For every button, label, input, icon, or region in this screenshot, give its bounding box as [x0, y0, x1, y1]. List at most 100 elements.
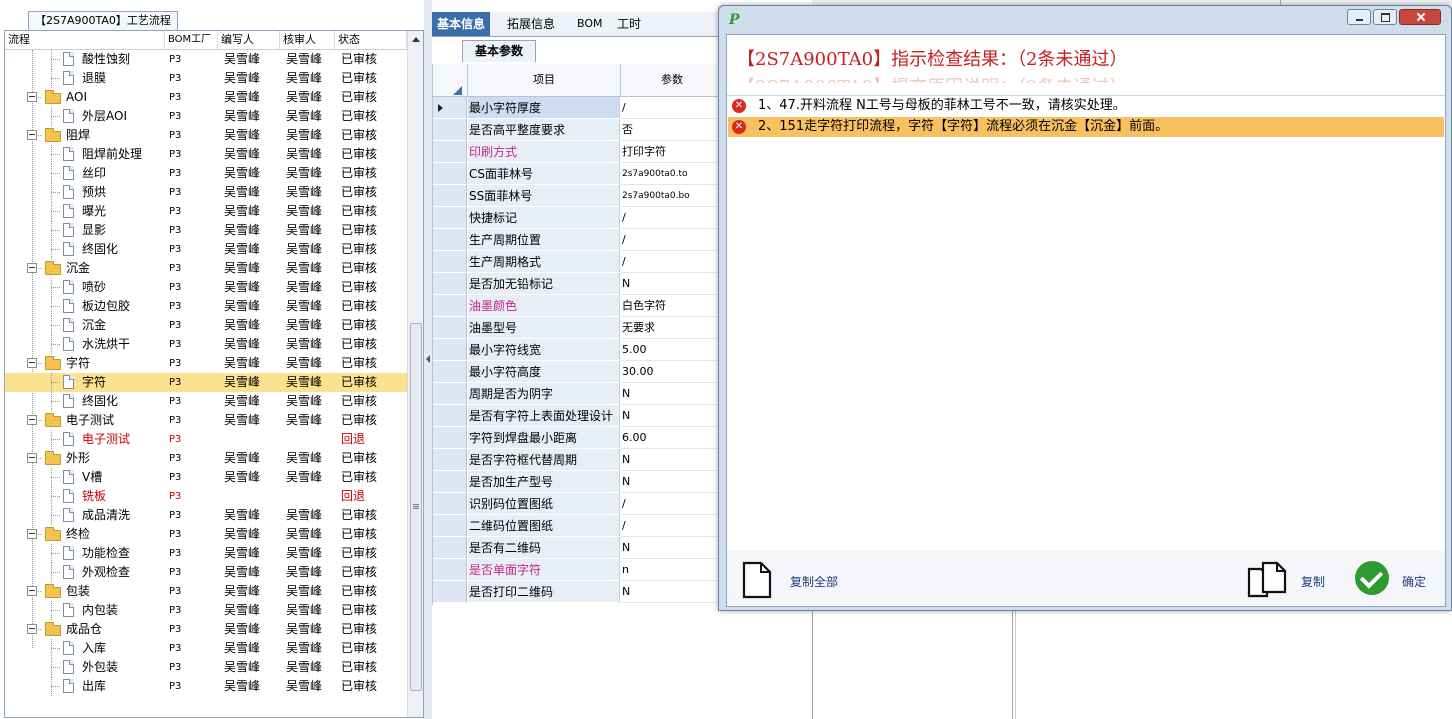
row-selector[interactable] — [433, 163, 467, 185]
row-selector[interactable] — [433, 515, 467, 537]
ok-button[interactable]: 确定 — [1402, 573, 1426, 590]
row-selector[interactable] — [433, 295, 467, 317]
tree-folder-row[interactable]: 阻焊 P3 吴雪峰 吴雪峰 已审核 — [5, 126, 407, 145]
tree-item-row[interactable]: 外包装 P3 吴雪峰 吴雪峰 已审核 — [5, 658, 407, 677]
row-selector[interactable] — [433, 383, 467, 405]
collapse-toggle-icon[interactable] — [27, 358, 37, 368]
tree-item-row[interactable]: 终固化 P3 吴雪峰 吴雪峰 已审核 — [5, 240, 407, 259]
tree-folder-row[interactable]: 成品仓 P3 吴雪峰 吴雪峰 已审核 — [5, 620, 407, 639]
param-row[interactable]: SS面菲林号 2s7a900ta0.bo — [433, 185, 723, 207]
row-selector[interactable] — [433, 537, 467, 559]
column-header-writer[interactable]: 编写人 — [218, 31, 280, 49]
param-row[interactable]: 是否有二维码 N — [433, 537, 723, 559]
column-header-param[interactable]: 参数 — [621, 64, 723, 96]
row-selector[interactable] — [433, 141, 467, 163]
tree-item-row[interactable]: V槽 P3 吴雪峰 吴雪峰 已审核 — [5, 468, 407, 487]
row-selector[interactable] — [433, 559, 467, 581]
row-selector[interactable] — [433, 361, 467, 383]
tree-item-row[interactable]: 水洗烘干 P3 吴雪峰 吴雪峰 已审核 — [5, 335, 407, 354]
tree-item-row[interactable]: 成品清洗 P3 吴雪峰 吴雪峰 已审核 — [5, 506, 407, 525]
tree-item-row[interactable]: 喷砂 P3 吴雪峰 吴雪峰 已审核 — [5, 278, 407, 297]
tree-item-row[interactable]: 曝光 P3 吴雪峰 吴雪峰 已审核 — [5, 202, 407, 221]
param-row[interactable]: 字符到焊盘最小距离 6.00 — [433, 427, 723, 449]
tree-item-row[interactable]: 预烘 P3 吴雪峰 吴雪峰 已审核 — [5, 183, 407, 202]
row-selector[interactable] — [433, 119, 467, 141]
param-value[interactable]: 打印字符 — [621, 141, 723, 163]
row-selector[interactable] — [433, 471, 467, 493]
tree-folder-row[interactable]: 电子测试 P3 吴雪峰 吴雪峰 已审核 — [5, 411, 407, 430]
param-value[interactable]: 2s7a900ta0.bo — [621, 185, 723, 207]
param-value[interactable]: / — [621, 97, 723, 119]
tree-item-row[interactable]: 功能检查 P3 吴雪峰 吴雪峰 已审核 — [5, 544, 407, 563]
column-header-status[interactable]: 状态 — [335, 31, 407, 49]
error-message-item[interactable]: ✕ 1、47.开料流程 N工号与母板的菲林工号不一致，请核实处理。 — [728, 96, 1444, 116]
collapse-toggle-icon[interactable] — [27, 92, 37, 102]
tree-folder-row[interactable]: 包装 P3 吴雪峰 吴雪峰 已审核 — [5, 582, 407, 601]
scroll-up-arrow-icon[interactable] — [412, 37, 420, 42]
tree-item-row[interactable]: 铣板 P3 回退 — [5, 487, 407, 506]
param-row[interactable]: 油墨颜色 白色字符 — [433, 295, 723, 317]
tree-folder-row[interactable]: AOI P3 吴雪峰 吴雪峰 已审核 — [5, 88, 407, 107]
row-selector[interactable] — [433, 427, 467, 449]
tree-folder-row[interactable]: 外形 P3 吴雪峰 吴雪峰 已审核 — [5, 449, 407, 468]
collapse-left-arrow-icon[interactable] — [426, 355, 430, 363]
param-row[interactable]: 最小字符高度 30.00 — [433, 361, 723, 383]
param-row[interactable]: 是否加生产型号 N — [433, 471, 723, 493]
tree-vertical-scrollbar[interactable] — [407, 31, 423, 717]
param-value[interactable]: N — [621, 537, 723, 559]
param-value[interactable]: / — [621, 229, 723, 251]
tree-panel-tab[interactable]: 【2S7A900TA0】工艺流程 — [28, 11, 178, 30]
param-row[interactable]: 识别码位置图纸 / — [433, 493, 723, 515]
param-value[interactable]: N — [621, 383, 723, 405]
param-value[interactable]: 30.00 — [621, 361, 723, 383]
param-value[interactable]: N — [621, 405, 723, 427]
tree-item-row[interactable]: 显影 P3 吴雪峰 吴雪峰 已审核 — [5, 221, 407, 240]
maximize-button[interactable] — [1373, 9, 1397, 25]
row-selector[interactable] — [433, 251, 467, 273]
panel-splitter[interactable] — [424, 0, 432, 719]
param-row[interactable]: 是否加无铅标记 N — [433, 273, 723, 295]
tab-basic-info[interactable]: 基本信息 — [432, 12, 491, 36]
tree-item-row[interactable]: 外层AOI P3 吴雪峰 吴雪峰 已审核 — [5, 107, 407, 126]
param-row[interactable]: 周期是否为阴字 N — [433, 383, 723, 405]
param-value[interactable]: N — [621, 581, 723, 603]
row-selector[interactable] — [433, 449, 467, 471]
param-row[interactable]: 最小字符厚度 / — [433, 97, 723, 119]
collapse-toggle-icon[interactable] — [27, 263, 37, 273]
param-row[interactable]: 印刷方式 打印字符 — [433, 141, 723, 163]
tree-folder-row[interactable]: 沉金 P3 吴雪峰 吴雪峰 已审核 — [5, 259, 407, 278]
row-selector[interactable] — [433, 229, 467, 251]
checkmark-icon[interactable] — [1355, 561, 1389, 595]
row-selector[interactable] — [433, 185, 467, 207]
tree-item-row[interactable]: 酸性蚀刻 P3 吴雪峰 吴雪峰 已审核 — [5, 50, 407, 69]
tree-item-row[interactable]: 电子测试 P3 回退 — [5, 430, 407, 449]
param-value[interactable]: / — [621, 207, 723, 229]
copy-icon[interactable] — [1247, 560, 1289, 600]
tree-item-row[interactable]: 入库 P3 吴雪峰 吴雪峰 已审核 — [5, 639, 407, 658]
column-header-process[interactable]: 流程 — [5, 31, 165, 49]
param-value[interactable]: 否 — [621, 119, 723, 141]
row-selector[interactable] — [433, 581, 467, 603]
collapse-toggle-icon[interactable] — [27, 130, 37, 140]
row-selector[interactable] — [433, 273, 467, 295]
row-selector[interactable] — [433, 339, 467, 361]
tree-item-row[interactable]: 出库 P3 吴雪峰 吴雪峰 已审核 — [5, 677, 407, 696]
param-row[interactable]: 油墨型号 无要求 — [433, 317, 723, 339]
copy-all-button[interactable]: 复制全部 — [790, 573, 838, 590]
param-row[interactable]: 是否字符框代替周期 N — [433, 449, 723, 471]
tree-item-row[interactable]: 外观检查 P3 吴雪峰 吴雪峰 已审核 — [5, 563, 407, 582]
tree-folder-row[interactable]: 字符 P3 吴雪峰 吴雪峰 已审核 — [5, 354, 407, 373]
subtab-basic-params[interactable]: 基本参数 — [462, 40, 537, 62]
row-selector[interactable] — [433, 97, 467, 119]
grid-corner[interactable] — [433, 64, 468, 96]
tree-item-row[interactable]: 字符 P3 吴雪峰 吴雪峰 已审核 — [5, 373, 407, 392]
column-header-item[interactable]: 项目 — [468, 64, 621, 96]
tab-work-hours[interactable]: 工时 — [612, 12, 646, 36]
tree-item-row[interactable]: 沉金 P3 吴雪峰 吴雪峰 已审核 — [5, 316, 407, 335]
param-value[interactable]: / — [621, 515, 723, 537]
param-value[interactable]: 白色字符 — [621, 295, 723, 317]
error-message-item[interactable]: ✕ 2、151走字符打印流程，字符【字符】流程必须在沉金【沉金】前面。 — [728, 117, 1444, 137]
collapse-toggle-icon[interactable] — [27, 453, 37, 463]
tree-item-row[interactable]: 板边包胶 P3 吴雪峰 吴雪峰 已审核 — [5, 297, 407, 316]
param-value[interactable]: 无要求 — [621, 317, 723, 339]
